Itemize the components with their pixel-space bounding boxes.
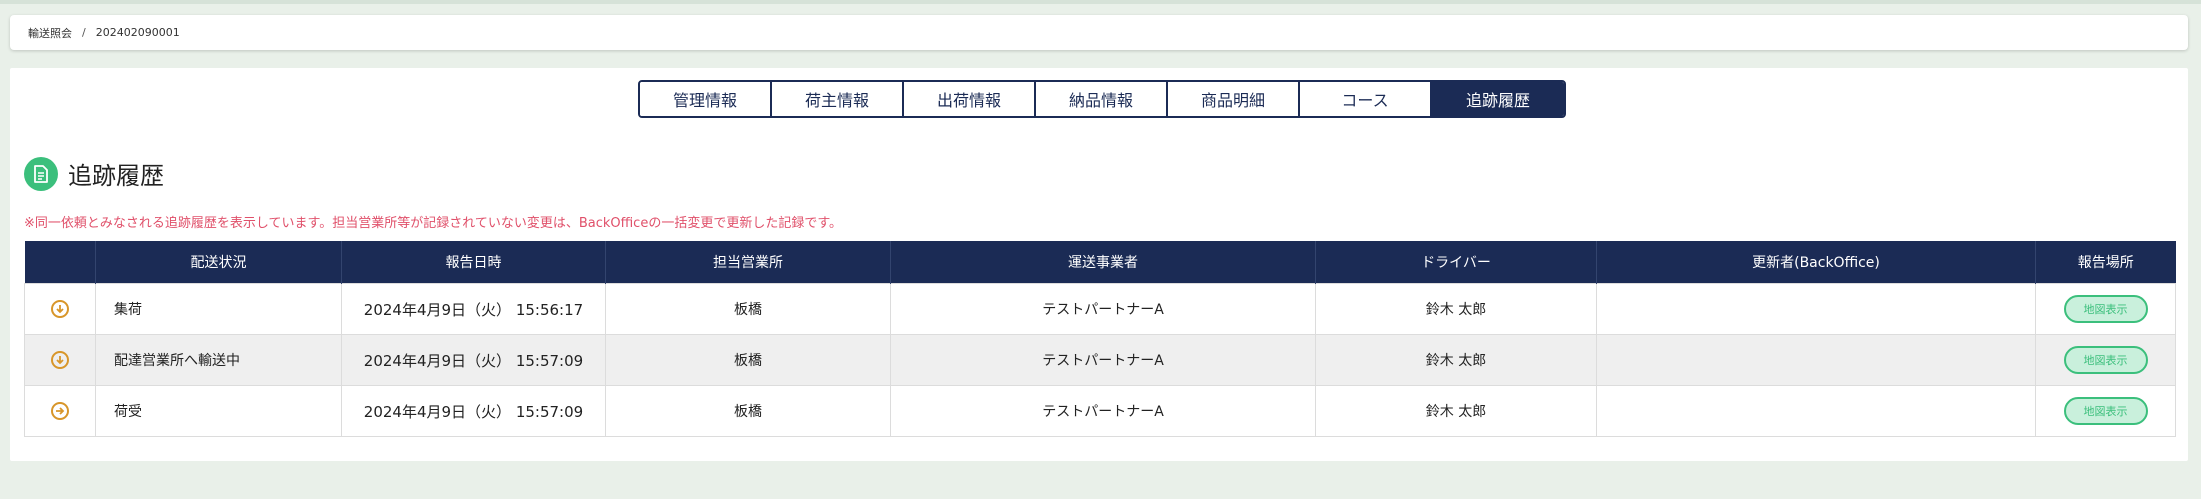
table-header-row: 配送状況 報告日時 担当営業所 運送事業者 ドライバー 更新者(BackOffi… (24, 241, 2176, 284)
notice-text: ※同一依頼とみなされる追跡履歴を表示しています。担当営業所等が記録されていない変… (24, 216, 843, 231)
arrow-right-circle-icon (51, 402, 69, 420)
header-icon (24, 241, 96, 284)
row-office: 板橋 (605, 283, 891, 335)
breadcrumb-parent[interactable]: 輸送照会 (28, 25, 72, 41)
breadcrumb: 輸送照会 / 202402090001 (10, 15, 2188, 50)
header-updater: 更新者(BackOffice) (1596, 241, 2036, 284)
table-row: 荷受 2024年4月9日（火） 15:57:09 板橋 テストパートナーA 鈴木… (24, 385, 2176, 437)
breadcrumb-current: 202402090001 (95, 26, 180, 39)
row-datetime: 2024年4月9日（火） 15:57:09 (341, 334, 606, 386)
row-office: 板橋 (605, 334, 891, 386)
tab-management-info[interactable]: 管理情報 (640, 82, 772, 116)
arrow-down-circle-icon (51, 300, 69, 318)
tab-bar: 管理情報 荷主情報 出荷情報 納品情報 商品明細 コース 追跡履歴 (638, 80, 1566, 118)
row-driver: 鈴木 太郎 (1315, 334, 1597, 386)
header-status: 配送状況 (95, 241, 342, 284)
document-icon (24, 156, 58, 191)
row-datetime: 2024年4月9日（火） 15:57:09 (341, 385, 606, 437)
tab-course[interactable]: コース (1300, 82, 1432, 116)
row-carrier: テストパートナーA (890, 283, 1316, 335)
map-view-button[interactable]: 地図表示 (2063, 295, 2148, 323)
header-datetime: 報告日時 (341, 241, 606, 284)
table-row: 集荷 2024年4月9日（火） 15:56:17 板橋 テストパートナーA 鈴木… (24, 283, 2176, 335)
table-row: 配達営業所へ輸送中 2024年4月9日（火） 15:57:09 板橋 テストパー… (24, 334, 2176, 386)
arrow-down-circle-icon (51, 351, 69, 369)
top-border (0, 0, 2201, 4)
row-status: 配達営業所へ輸送中 (95, 334, 342, 386)
tab-shipper-info[interactable]: 荷主情報 (772, 82, 904, 116)
header-carrier: 運送事業者 (890, 241, 1316, 284)
row-status: 荷受 (95, 385, 342, 437)
tab-shipping-info[interactable]: 出荷情報 (904, 82, 1036, 116)
row-driver: 鈴木 太郎 (1315, 283, 1597, 335)
main-panel: 管理情報 荷主情報 出荷情報 納品情報 商品明細 コース 追跡履歴 追跡履歴 ※… (10, 68, 2188, 461)
map-view-button[interactable]: 地図表示 (2063, 397, 2148, 425)
row-updater (1596, 334, 2036, 386)
row-updater (1596, 385, 2036, 437)
tab-delivery-info[interactable]: 納品情報 (1036, 82, 1168, 116)
tab-tracking-history[interactable]: 追跡履歴 (1432, 82, 1564, 116)
header-location: 報告場所 (2035, 241, 2176, 284)
row-status: 集荷 (95, 283, 342, 335)
header-driver: ドライバー (1315, 241, 1597, 284)
map-view-button[interactable]: 地図表示 (2063, 346, 2148, 374)
header-office: 担当営業所 (605, 241, 891, 284)
row-datetime: 2024年4月9日（火） 15:56:17 (341, 283, 606, 335)
row-carrier: テストパートナーA (890, 334, 1316, 386)
breadcrumb-separator: / (82, 26, 86, 39)
tracking-history-table: 配送状況 報告日時 担当営業所 運送事業者 ドライバー 更新者(BackOffi… (24, 241, 2176, 437)
section-title: 追跡履歴 (68, 162, 164, 190)
row-office: 板橋 (605, 385, 891, 437)
section-header: 追跡履歴 (24, 156, 164, 191)
row-carrier: テストパートナーA (890, 385, 1316, 437)
tab-product-details[interactable]: 商品明細 (1168, 82, 1300, 116)
row-updater (1596, 283, 2036, 335)
row-driver: 鈴木 太郎 (1315, 385, 1597, 437)
